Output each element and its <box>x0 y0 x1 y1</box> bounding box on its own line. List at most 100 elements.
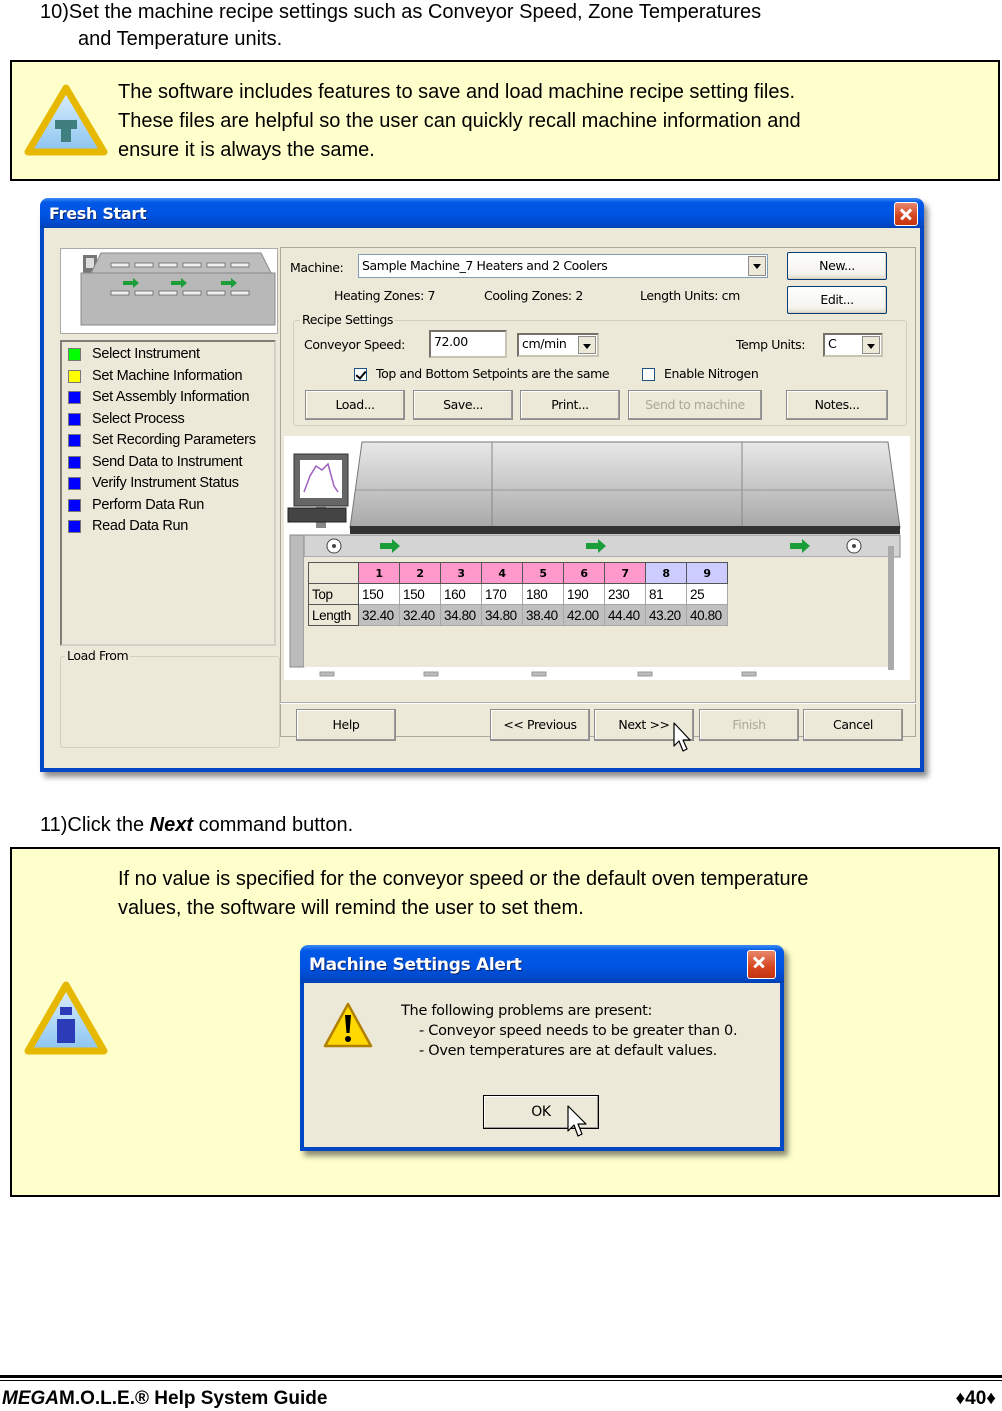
tip-icon <box>20 62 108 179</box>
previous-button[interactable]: << Previous <box>490 709 590 741</box>
info-callout: If no value is specified for the conveyo… <box>10 847 1000 1197</box>
zone-header: 4 <box>481 562 523 584</box>
heating-zones-info: Heating Zones: 7 <box>334 288 436 303</box>
zone-table: 1 2 3 4 5 6 7 8 9 Top 150 150 160 170 18… <box>308 562 728 626</box>
length-cell: 40.80 <box>686 604 728 626</box>
mouse-cursor-icon <box>673 722 691 752</box>
same-setpoints-label: Top and Bottom Setpoints are the same <box>376 366 610 381</box>
save-button[interactable]: Save... <box>413 390 513 420</box>
zone-header: 2 <box>399 562 441 584</box>
window-title: Fresh Start <box>49 204 147 223</box>
machine-select[interactable]: Sample Machine_7 Heaters and 2 Coolers <box>358 254 768 278</box>
enable-nitrogen-checkbox[interactable] <box>642 368 655 381</box>
alert-message-line: - Conveyor speed needs to be greater tha… <box>419 1023 738 1039</box>
page-number: ♦40♦ <box>955 1388 996 1409</box>
alert-title: Machine Settings Alert <box>309 955 522 975</box>
zone-header: 6 <box>563 562 605 584</box>
oven-thumbnail <box>60 248 278 334</box>
top-temp-cell[interactable]: 81 <box>645 583 687 605</box>
length-cell: 43.20 <box>645 604 687 626</box>
close-button[interactable] <box>894 202 918 226</box>
help-button[interactable]: Help <box>296 709 396 741</box>
length-row: Length 32.40 32.40 34.80 34.80 38.40 42.… <box>308 604 728 626</box>
title-bar[interactable]: Fresh Start <box>40 198 924 228</box>
top-temp-cell[interactable]: 150 <box>358 583 400 605</box>
top-temp-cell[interactable]: 190 <box>563 583 605 605</box>
machine-settings-alert-dialog: Machine Settings Alert The following pro… <box>300 945 784 1151</box>
zone-header-row: 1 2 3 4 5 6 7 8 9 <box>308 562 728 584</box>
oven-diagram: 1 2 3 4 5 6 7 8 9 Top 150 150 160 170 18… <box>284 436 910 680</box>
status-swatch <box>68 455 81 469</box>
temp-units-label: Temp Units: <box>736 337 806 352</box>
step-number: 10) <box>40 1 69 23</box>
step-number: 11) <box>40 814 68 836</box>
length-cell: 44.40 <box>604 604 646 626</box>
footer-brand: MEGAM.O.L.E.® Help System Guide <box>2 1388 327 1410</box>
tip-callout: The software includes features to save a… <box>10 60 1000 181</box>
callout-line: ensure it is always the same. <box>118 139 375 161</box>
alert-message-line: The following problems are present: <box>401 1003 653 1019</box>
length-cell: 32.40 <box>358 604 400 626</box>
step-10-line2: and Temperature units. <box>78 28 283 50</box>
callout-line: The software includes features to save a… <box>118 81 796 103</box>
speed-unit-value: cm/min <box>522 336 567 351</box>
notes-button[interactable]: Notes... <box>786 390 888 420</box>
brand-italic: MEGA <box>2 1388 59 1409</box>
same-setpoints-checkbox[interactable] <box>354 368 367 381</box>
step-10: 10)Set the machine recipe settings such … <box>40 0 761 24</box>
edit-machine-button[interactable]: Edit... <box>787 286 887 314</box>
chevron-down-icon[interactable] <box>578 336 596 354</box>
length-cell: 38.40 <box>522 604 564 626</box>
mouse-cursor-icon <box>567 1105 587 1137</box>
status-swatch <box>68 348 81 361</box>
finish-button[interactable]: Finish <box>699 709 799 741</box>
length-cell: 42.00 <box>563 604 605 626</box>
top-temp-cell[interactable]: 160 <box>440 583 482 605</box>
load-button[interactable]: Load... <box>305 390 405 420</box>
row-label: Top <box>308 583 359 605</box>
callout-line: If no value is specified for the conveyo… <box>118 868 809 890</box>
zone-header: 5 <box>522 562 564 584</box>
step-text: Click the <box>67 814 150 836</box>
top-temp-row: Top 150 150 160 170 180 190 230 81 25 <box>308 583 728 605</box>
brand-rest: M.O.L.E.® Help System Guide <box>59 1388 328 1409</box>
enable-nitrogen-label: Enable Nitrogen <box>664 366 759 381</box>
alert-message-line: - Oven temperatures are at default value… <box>419 1043 717 1059</box>
new-machine-button[interactable]: New... <box>787 252 887 280</box>
top-temp-cell[interactable]: 150 <box>399 583 441 605</box>
warning-icon <box>323 1002 373 1048</box>
load-from-group: Load From <box>60 648 280 748</box>
next-emphasis: Next <box>149 814 194 836</box>
callout-line: values, the software will remind the use… <box>118 897 584 919</box>
zone-header: 9 <box>686 562 728 584</box>
top-temp-cell[interactable]: 180 <box>522 583 564 605</box>
status-swatch <box>68 412 81 426</box>
chevron-down-icon[interactable] <box>862 336 880 354</box>
send-to-machine-button[interactable]: Send to machine <box>628 390 762 420</box>
load-from-label: Load From <box>65 648 131 663</box>
status-swatch <box>68 391 81 404</box>
zone-header: 8 <box>645 562 687 584</box>
top-temp-cell[interactable]: 230 <box>604 583 646 605</box>
length-cell: 34.80 <box>481 604 523 626</box>
footer-rule <box>0 1375 1002 1378</box>
zone-header: 7 <box>604 562 646 584</box>
print-button[interactable]: Print... <box>520 390 620 420</box>
cancel-button[interactable]: Cancel <box>803 709 903 741</box>
top-temp-cell[interactable]: 25 <box>686 583 728 605</box>
machine-select-value: Sample Machine_7 Heaters and 2 Coolers <box>362 258 608 273</box>
conveyor-speed-input[interactable]: 72.00 <box>429 330 507 358</box>
speed-unit-select[interactable]: cm/min <box>517 333 599 357</box>
footer-rule <box>0 1380 1002 1381</box>
alert-message: The following problems are present: - Co… <box>401 1001 738 1061</box>
status-swatch <box>68 520 81 533</box>
chevron-down-icon[interactable] <box>748 256 766 276</box>
temp-units-select[interactable]: C <box>823 333 883 357</box>
wizard-step-list: Select Instrument Set Machine Informatio… <box>60 340 276 646</box>
top-temp-cell[interactable]: 170 <box>481 583 523 605</box>
alert-title-bar[interactable]: Machine Settings Alert <box>300 945 784 983</box>
length-units-info: Length Units: cm <box>640 288 740 303</box>
length-cell: 34.80 <box>440 604 482 626</box>
alert-close-button[interactable] <box>747 950 776 979</box>
status-swatch <box>68 498 81 512</box>
